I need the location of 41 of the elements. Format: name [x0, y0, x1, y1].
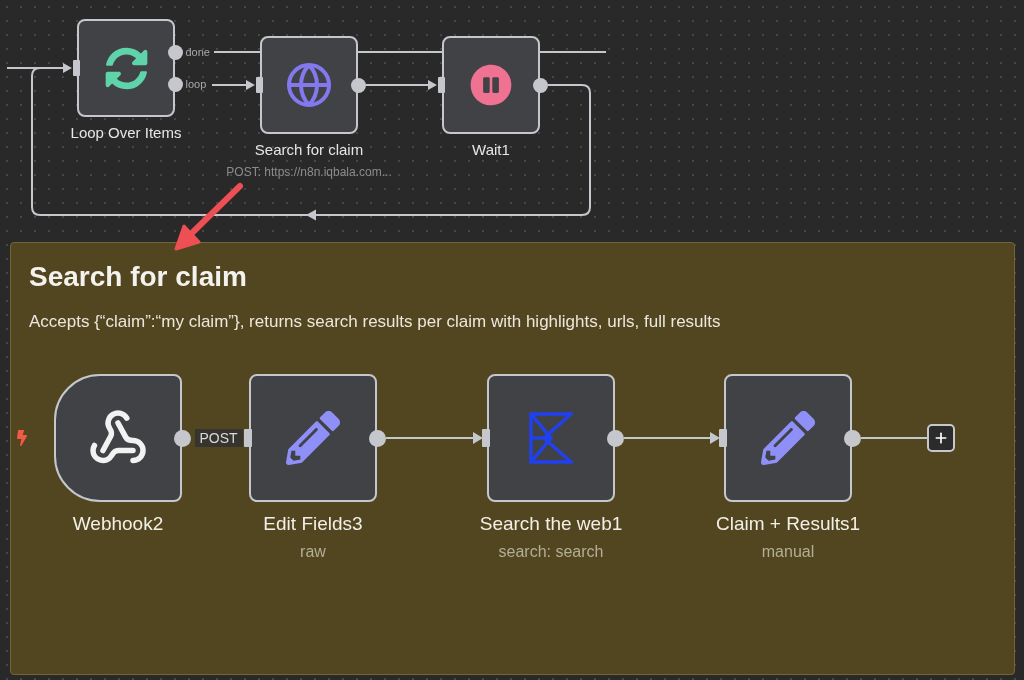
node-subtitle: manual — [761, 542, 815, 562]
connection-label: POST — [194, 429, 243, 447]
node-label: Edit Fields3 — [263, 512, 363, 536]
node-label: Wait1 — [472, 140, 510, 160]
input-handle[interactable] — [255, 77, 263, 93]
pencil-icon — [761, 411, 815, 465]
globe-icon — [285, 61, 333, 109]
node-subtitle: raw — [300, 542, 326, 562]
output-handle[interactable] — [167, 76, 183, 92]
node-subtitle: search: search — [498, 542, 604, 562]
lightning-icon — [14, 430, 30, 446]
input-handle[interactable] — [72, 60, 80, 76]
node-label: Webhook2 — [72, 512, 164, 536]
add-node-button[interactable] — [927, 424, 955, 452]
output-handle[interactable] — [606, 429, 624, 447]
output-handle[interactable] — [532, 77, 548, 93]
connection-line — [860, 437, 928, 439]
annotation-arrow — [174, 183, 243, 251]
node-label: Search for claim — [254, 140, 364, 160]
input-handle[interactable] — [244, 429, 252, 447]
input-handle[interactable] — [437, 77, 445, 93]
output-label: loop — [185, 77, 207, 91]
input-handle[interactable] — [719, 429, 727, 447]
output-label: done — [185, 45, 210, 59]
input-handle[interactable] — [482, 429, 490, 447]
node-subtitle: POST: https://n8n.iqbala.com... — [226, 164, 392, 180]
output-handle[interactable] — [350, 77, 366, 93]
sync-icon — [104, 46, 148, 90]
sticky-title: Search for claim — [29, 260, 247, 294]
pause-icon — [470, 64, 512, 106]
node-label: Loop Over Items — [70, 123, 182, 143]
node-label: Claim + Results1 — [715, 512, 861, 536]
plus-icon — [933, 430, 949, 446]
sticky-description: Accepts {“claim”:“my claim”}, returns search results per claim with highlights, urls, full results — [29, 311, 721, 333]
hourglass-icon — [529, 412, 573, 464]
pencil-icon — [286, 411, 340, 465]
output-handle[interactable] — [167, 44, 183, 60]
output-handle[interactable] — [368, 429, 386, 447]
output-handle[interactable] — [843, 429, 861, 447]
output-handle[interactable] — [173, 429, 191, 447]
node-label: Search the web1 — [479, 512, 623, 536]
